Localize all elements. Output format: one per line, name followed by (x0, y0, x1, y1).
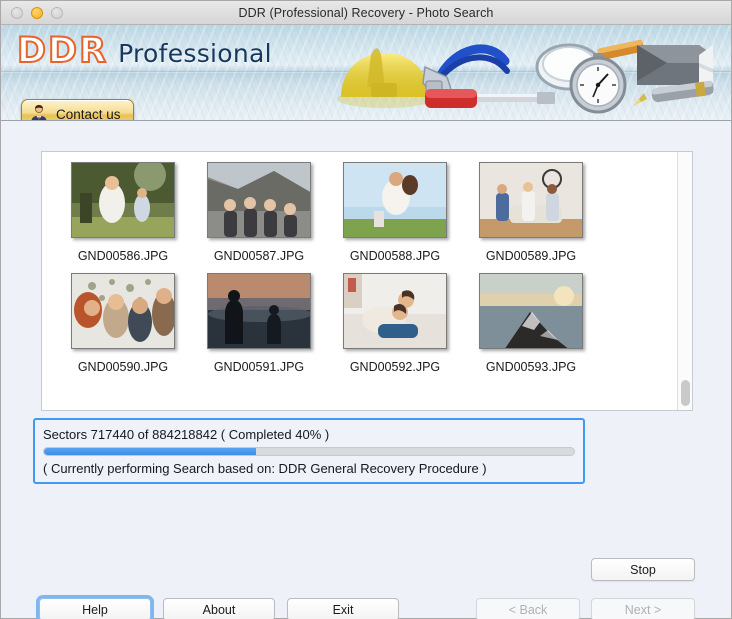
title-bar: DDR (Professional) Recovery - Photo Sear… (1, 1, 731, 25)
thumbnail-filename: GND00592.JPG (349, 360, 441, 374)
action-button-row: Help About Exit < Back Next > (33, 595, 695, 619)
back-button: < Back (476, 598, 580, 619)
procedure-status-text: ( Currently performing Search based on: … (43, 461, 487, 476)
sectors-status-text: Sectors 717440 of 884218842 ( Completed … (43, 427, 330, 442)
stop-button[interactable]: Stop (591, 558, 695, 581)
thumbnail-filename: GND00593.JPG (485, 360, 577, 374)
thumbnail-grid: GND00586.JPG GND00587.JPG GND00588.JPG G… (42, 152, 677, 410)
thumbnail-image[interactable] (479, 162, 583, 238)
photo-results-panel: GND00586.JPG GND00587.JPG GND00588.JPG G… (41, 151, 693, 411)
thumbnail-filename: GND00591.JPG (213, 360, 305, 374)
about-button[interactable]: About (163, 598, 275, 619)
help-button[interactable]: Help (36, 595, 154, 619)
thumbnail-filename: GND00589.JPG (485, 249, 577, 263)
contact-us-label: Contact us (56, 106, 121, 121)
thumbnail-filename: GND00590.JPG (77, 360, 169, 374)
contact-us-button[interactable]: Contact us (21, 99, 134, 121)
header-banner: DDR Professional Contact us (1, 25, 731, 121)
logo-ddr-text: DDR (16, 30, 109, 72)
thumbnail-image[interactable] (343, 273, 447, 349)
next-button: Next > (591, 598, 695, 619)
header-tool-illustrations (325, 27, 725, 120)
thumbnail-item[interactable]: GND00589.JPG (472, 162, 590, 263)
results-scrollbar[interactable] (677, 152, 692, 410)
thumbnail-image[interactable] (71, 162, 175, 238)
thumbnail-filename: GND00588.JPG (349, 249, 441, 263)
thumbnail-image[interactable] (207, 162, 311, 238)
progress-bar-fill (44, 448, 256, 455)
thumbnail-image[interactable] (207, 273, 311, 349)
app-logo: DDR Professional (16, 30, 272, 72)
main-content: GND00586.JPG GND00587.JPG GND00588.JPG G… (1, 121, 731, 619)
thumbnail-item[interactable]: GND00593.JPG (472, 273, 590, 374)
thumbnail-filename: GND00587.JPG (213, 249, 305, 263)
exit-button[interactable]: Exit (287, 598, 399, 619)
thumbnail-item[interactable]: GND00591.JPG (200, 273, 318, 374)
application-window: DDR (Professional) Recovery - Photo Sear… (0, 0, 732, 619)
person-icon (31, 104, 47, 120)
thumbnail-image[interactable] (479, 273, 583, 349)
thumbnail-filename: GND00586.JPG (77, 249, 169, 263)
window-title: DDR (Professional) Recovery - Photo Sear… (238, 5, 494, 20)
thumbnail-item[interactable]: GND00590.JPG (64, 273, 182, 374)
scrollbar-thumb[interactable] (681, 380, 690, 406)
screwdriver-icon (425, 89, 555, 108)
thumbnail-item[interactable]: GND00592.JPG (336, 273, 454, 374)
thumbnail-image[interactable] (71, 273, 175, 349)
thumbnail-item[interactable]: GND00587.JPG (200, 162, 318, 263)
progress-bar (43, 447, 575, 456)
thumbnail-item[interactable]: GND00588.JPG (336, 162, 454, 263)
hard-hat-icon (337, 48, 433, 108)
thumbnail-item[interactable]: GND00586.JPG (64, 162, 182, 263)
thumbnail-image[interactable] (343, 162, 447, 238)
logo-professional-text: Professional (118, 39, 272, 68)
status-panel: Sectors 717440 of 884218842 ( Completed … (33, 418, 585, 484)
